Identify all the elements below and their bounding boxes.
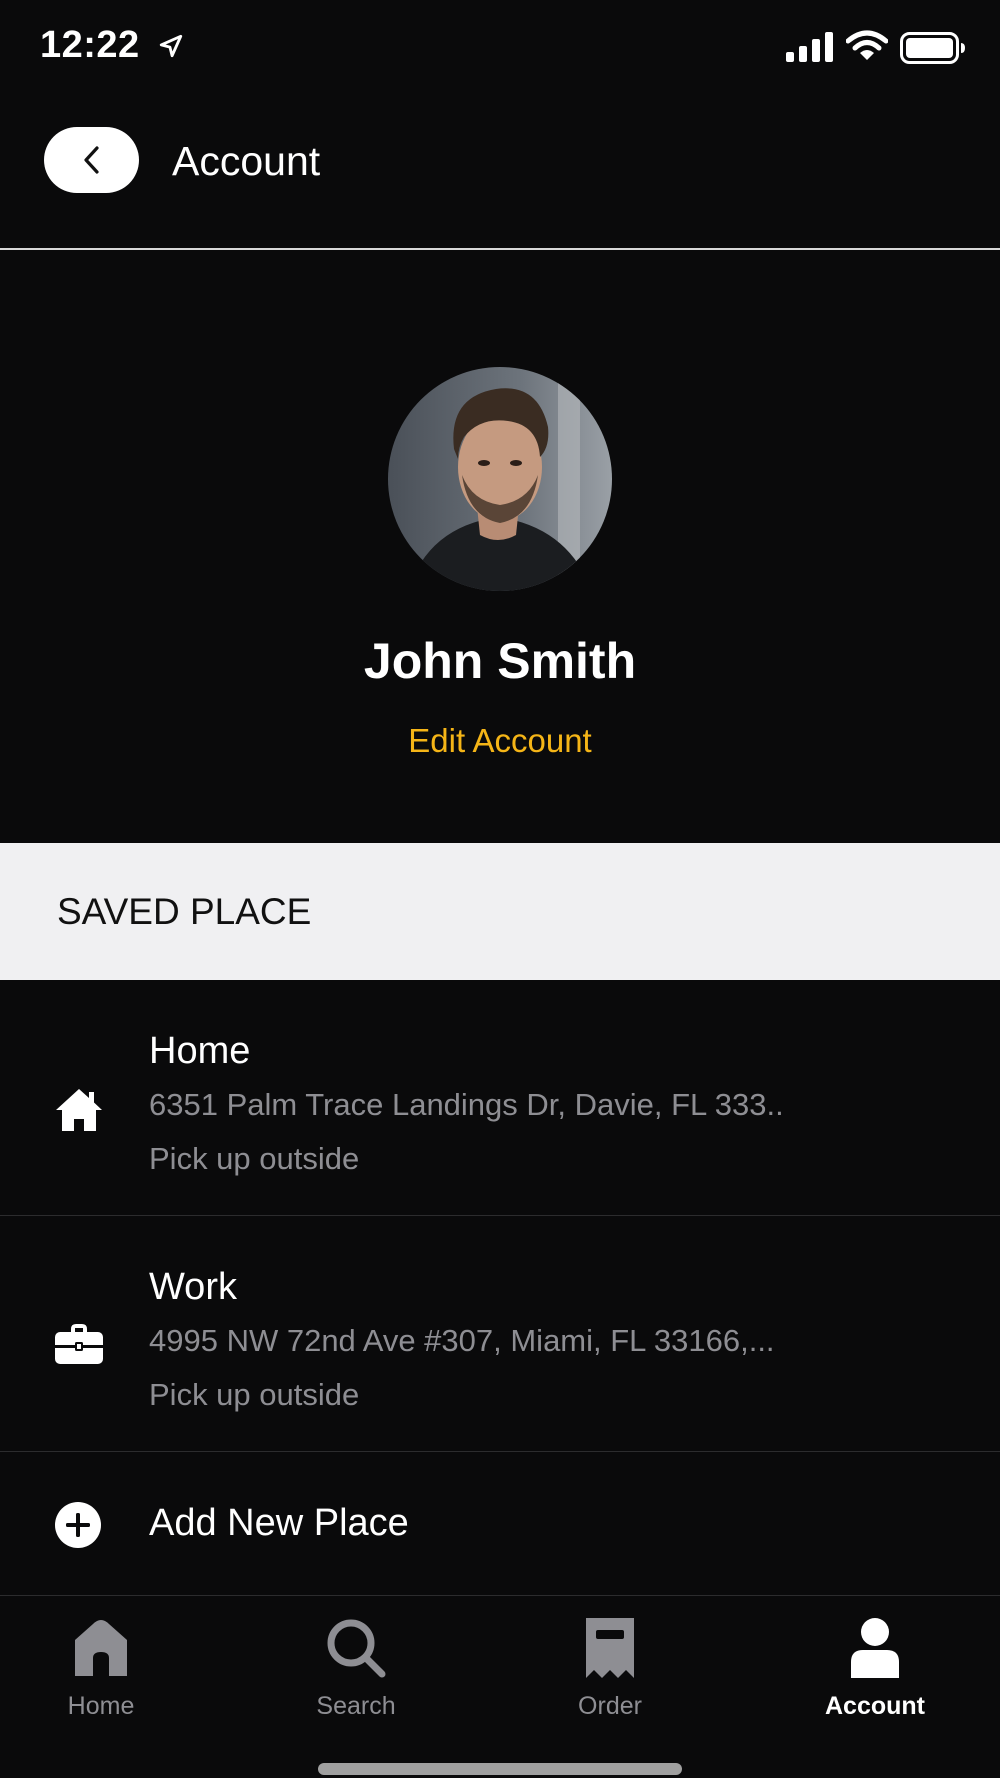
place-title: Work	[149, 1266, 237, 1308]
tab-label: Home	[67, 1692, 135, 1720]
receipt-icon	[586, 1618, 634, 1678]
home-indicator[interactable]	[318, 1763, 682, 1775]
page-title: Account	[172, 138, 321, 184]
status-time: 12:22	[40, 24, 140, 66]
signal-icon	[786, 32, 833, 62]
place-note: Pick up outside	[149, 1141, 360, 1176]
person-icon	[851, 1618, 899, 1678]
saved-place-work[interactable]: Work 4995 NW 72nd Ave #307, Miami, FL 33…	[0, 1216, 1000, 1452]
saved-place-header: SAVED PLACE	[0, 843, 1000, 980]
home-icon	[75, 1620, 127, 1676]
back-button[interactable]	[44, 127, 139, 193]
status-bar: 12:22	[0, 0, 1000, 100]
briefcase-icon	[55, 1324, 103, 1364]
place-note: Pick up outside	[149, 1377, 360, 1412]
place-address: 4995 NW 72nd Ave #307, Miami, FL 33166,.…	[149, 1323, 775, 1358]
tab-label: Account	[825, 1692, 925, 1720]
chevron-left-icon	[83, 146, 99, 174]
tab-home[interactable]: Home	[16, 1616, 186, 1736]
place-address: 6351 Palm Trace Landings Dr, Davie, FL 3…	[149, 1087, 784, 1122]
plus-circle-icon	[55, 1502, 101, 1548]
wifi-icon	[846, 30, 888, 60]
saved-place-home[interactable]: Home 6351 Palm Trace Landings Dr, Davie,…	[0, 980, 1000, 1216]
tab-search[interactable]: Search	[271, 1616, 441, 1736]
tab-order[interactable]: Order	[525, 1616, 695, 1736]
battery-icon	[900, 32, 965, 64]
profile-name: John Smith	[363, 633, 637, 689]
house-icon	[56, 1089, 102, 1131]
edit-account-link[interactable]: Edit Account	[0, 722, 1000, 760]
add-new-place-label: Add New Place	[149, 1502, 409, 1544]
avatar-photo	[388, 367, 612, 591]
avatar[interactable]	[388, 367, 612, 591]
tab-bar: Home Search Order Account	[0, 1596, 1000, 1778]
tab-label: Search	[316, 1692, 396, 1720]
place-title: Home	[149, 1030, 251, 1072]
location-arrow-icon	[159, 34, 183, 58]
add-new-place-button[interactable]: Add New Place	[0, 1452, 1000, 1596]
nav-header: Account	[0, 100, 1000, 250]
profile-section: John Smith Edit Account	[0, 252, 1000, 842]
tab-account[interactable]: Account	[790, 1616, 960, 1736]
section-label: SAVED PLACE	[57, 891, 312, 932]
tab-label: Order	[578, 1692, 642, 1720]
search-icon	[327, 1619, 386, 1678]
